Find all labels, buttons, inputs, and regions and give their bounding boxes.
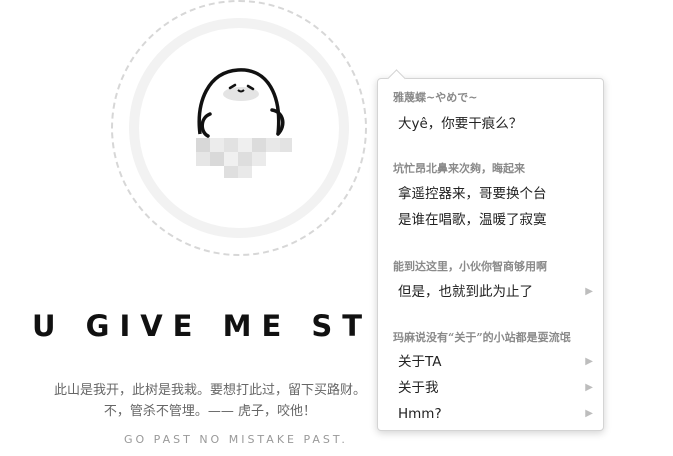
menu-item[interactable]: 是谁在唱歌，温暖了寂寞: [378, 208, 603, 232]
chevron-right-icon: ▶: [585, 286, 593, 297]
menu-item-label: 拿遥控器来，哥要换个台: [398, 186, 547, 202]
menu-item-label: 关于我: [398, 380, 439, 396]
chevron-right-icon: ▶: [585, 356, 593, 367]
menu-item-label: 大yê，你要干痕么？: [398, 116, 523, 132]
avatar-mascot-image[interactable]: [186, 62, 296, 182]
motto-line-2: 不，管杀不管埋。—— 虎子，咬他！: [103, 404, 317, 419]
menu-item-submenu[interactable]: Hmm? ▶: [378, 402, 603, 426]
menu-group-title: 雅蔑蝶~やめで~: [393, 91, 478, 104]
chevron-right-icon: ▶: [585, 408, 593, 419]
menu-pointer-arrow: [387, 69, 406, 88]
page: U GIVE ME ST 此山是我开，此树是我栽。要想打此过，留下买路财。 不，…: [0, 0, 673, 456]
menu-item-submenu[interactable]: 关于我 ▶: [378, 376, 603, 400]
menu-item-submenu[interactable]: 但是，也就到此为止了 ▶: [378, 280, 603, 304]
menu-item-label: 关于TA: [398, 354, 442, 370]
menu-item[interactable]: 拿遥控器来，哥要换个台: [378, 182, 603, 206]
chevron-right-icon: ▶: [585, 382, 593, 393]
page-headline: U GIVE ME ST: [32, 309, 373, 343]
menu-item[interactable]: 大yê，你要干痕么？: [378, 112, 603, 136]
motto-line-1: 此山是我开，此树是我栽。要想打此过，留下买路财。: [53, 383, 366, 398]
context-menu: 雅蔑蝶~やめで~ 大yê，你要干痕么？ 坑忙昂北鼻来次夠，晦起来 拿遥控器来，哥…: [377, 69, 604, 431]
menu-item-label: 是谁在唱歌，温暖了寂寞: [398, 212, 547, 228]
menu-group-title: 坑忙昂北鼻来次夠，晦起来: [393, 162, 525, 175]
motto-text: 此山是我开，此树是我栽。要想打此过，留下买路财。 不，管杀不管埋。—— 虎子，咬…: [30, 380, 390, 422]
menu-item-label: 但是，也就到此为止了: [398, 284, 533, 300]
menu-group-title: 玛麻说没有“关于”的小站都是耍流氓: [393, 331, 571, 344]
menu-group-title: 能到达这里，小伙你智商够用啊: [393, 260, 547, 273]
menu-item-submenu[interactable]: 关于TA ▶: [378, 350, 603, 374]
tagline: GO PAST NO MISTAKE PAST.: [124, 433, 348, 446]
menu-item-label: Hmm?: [398, 406, 442, 422]
